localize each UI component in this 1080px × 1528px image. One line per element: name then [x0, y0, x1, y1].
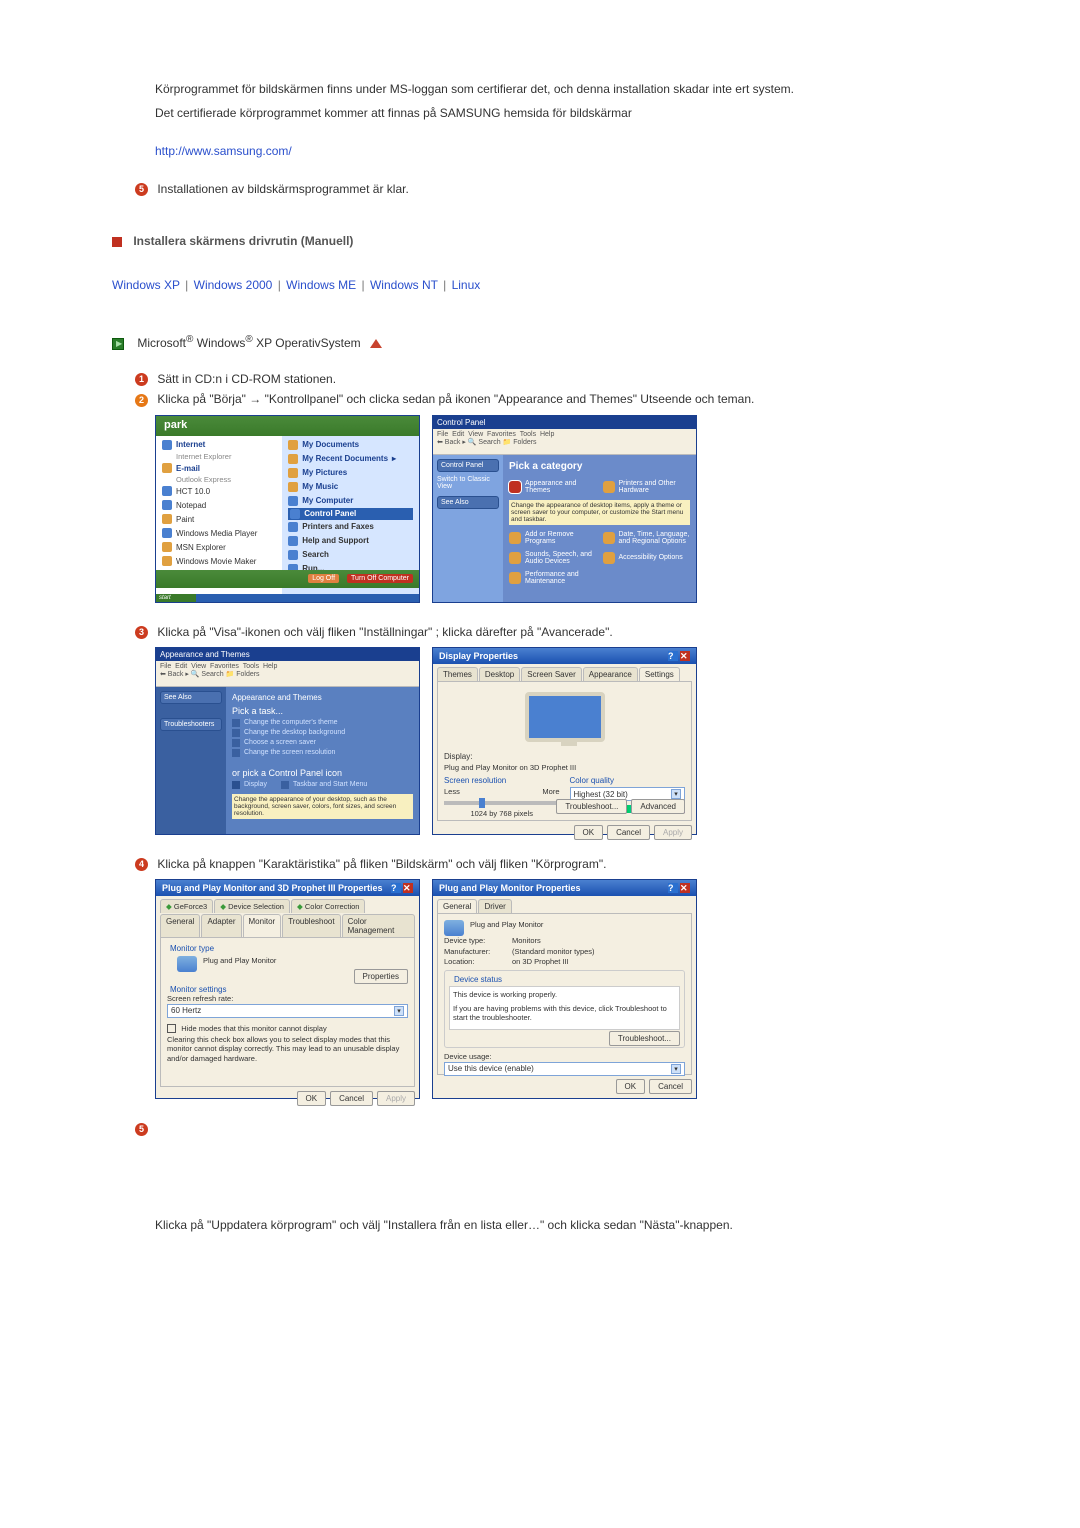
monitor-icon: [177, 956, 197, 972]
close-icon[interactable]: ✕: [680, 651, 690, 661]
pick-category-label: Pick a category: [509, 461, 690, 472]
turn-off-button[interactable]: Turn Off Computer: [347, 574, 413, 583]
step-3-text: Klicka på "Visa"-ikonen och välj fliken …: [157, 625, 612, 639]
tab-adapter[interactable]: Adapter: [201, 914, 241, 937]
properties-button[interactable]: Properties: [354, 969, 408, 984]
tab-appearance[interactable]: Appearance: [583, 667, 638, 681]
tab-themes[interactable]: Themes: [437, 667, 478, 681]
step-4-text: Klicka på knappen "Karaktäristika" på fl…: [157, 857, 606, 871]
link-windows-xp[interactable]: Windows XP: [112, 278, 180, 292]
refresh-rate-dropdown[interactable]: 60 Hertz▾: [167, 1004, 408, 1018]
tab-desktop[interactable]: Desktop: [479, 667, 520, 681]
step-5-text: Installationen av bildskärmsprogrammet ä…: [157, 182, 408, 196]
tab-monitor[interactable]: Monitor: [243, 914, 282, 937]
adv-apply-button[interactable]: Apply: [377, 1091, 415, 1106]
tab-screensaver[interactable]: Screen Saver: [521, 667, 581, 681]
step-1-text: Sätt in CD:n i CD-ROM stationen.: [157, 372, 336, 386]
monitor-device-icon: [444, 920, 464, 936]
bullet-3-icon: 3: [135, 626, 148, 639]
device-usage-dropdown[interactable]: Use this device (enable)▾: [444, 1062, 685, 1076]
samsung-link[interactable]: http://www.samsung.com/: [155, 144, 292, 158]
bullet-1-icon: 1: [135, 373, 148, 386]
help-icon[interactable]: ?: [668, 651, 678, 661]
adv-props-title: Plug and Play Monitor and 3D Prophet III…: [162, 883, 383, 893]
screenshot-start-menu: park Internet Internet Explorer E-mail O…: [155, 415, 420, 603]
mon-troubleshoot-button[interactable]: Troubleshoot...: [609, 1031, 680, 1046]
monitor-preview-icon: [525, 692, 605, 742]
screenshot-advanced-properties: Plug and Play Monitor and 3D Prophet III…: [155, 879, 420, 1099]
mon-cancel-button[interactable]: Cancel: [649, 1079, 692, 1094]
section-marker-icon: [112, 237, 122, 247]
screenshot-appearance-themes: Appearance and Themes File Edit View Fav…: [155, 647, 420, 835]
resolution-slider[interactable]: [444, 801, 560, 805]
bullet-2-icon: 2: [135, 394, 148, 407]
step-2-text: Klicka på "Börja" → "Kontrollpanel" och …: [157, 392, 754, 406]
screenshot-control-panel: Control Panel File Edit View Favorites T…: [432, 415, 697, 603]
monitor-props-title: Plug and Play Monitor Properties: [439, 883, 581, 893]
tab-mon-general[interactable]: General: [437, 899, 477, 913]
advanced-button[interactable]: Advanced: [631, 799, 685, 814]
intro-paragraph-1: Körprogrammet för bildskärmen finns unde…: [155, 80, 980, 98]
display-properties-title: Display Properties: [439, 651, 518, 661]
adv-ok-button[interactable]: OK: [297, 1091, 327, 1106]
tab-troubleshoot[interactable]: Troubleshoot: [282, 914, 340, 937]
link-windows-2000[interactable]: Windows 2000: [194, 278, 273, 292]
tab-general[interactable]: General: [160, 914, 200, 937]
bullet-4-icon: 4: [135, 858, 148, 871]
bullet-5-icon: 5: [135, 183, 148, 196]
link-windows-nt[interactable]: Windows NT: [370, 278, 438, 292]
control-panel-title: Control Panel: [433, 416, 696, 429]
display-icon[interactable]: [232, 781, 240, 789]
triangle-up-icon[interactable]: [370, 339, 382, 348]
os-marker-icon: [112, 338, 124, 350]
start-button[interactable]: start: [156, 594, 196, 602]
tab-color-mgmt[interactable]: Color Management: [342, 914, 415, 937]
section-title: Installera skärmens drivrutin (Manuell): [133, 234, 353, 248]
os-heading: Microsoft® Windows® XP OperativSystem: [137, 336, 364, 350]
appearance-themes-icon[interactable]: [509, 481, 521, 493]
start-menu-user: park: [156, 416, 419, 436]
screenshot-display-properties: Display Properties ?✕ Themes Desktop Scr…: [432, 647, 697, 835]
hide-modes-checkbox[interactable]: [167, 1024, 176, 1033]
adv-cancel-button[interactable]: Cancel: [330, 1091, 373, 1106]
tab-mon-driver[interactable]: Driver: [478, 899, 511, 913]
log-off-button[interactable]: Log Off: [308, 574, 339, 583]
ok-button[interactable]: OK: [574, 825, 604, 840]
intro-paragraph-2: Det certifierade körprogrammet kommer at…: [155, 104, 980, 122]
link-linux[interactable]: Linux: [452, 278, 481, 292]
screenshot-monitor-properties: Plug and Play Monitor Properties ?✕ Gene…: [432, 879, 697, 1099]
mon-ok-button[interactable]: OK: [616, 1079, 646, 1094]
link-windows-me[interactable]: Windows ME: [286, 278, 356, 292]
troubleshoot-button[interactable]: Troubleshoot...: [556, 799, 627, 814]
bullet-5b-icon: 5: [135, 1123, 148, 1136]
cancel-button[interactable]: Cancel: [607, 825, 650, 840]
os-links-row: Windows XP | Windows 2000 | Windows ME |…: [112, 278, 980, 292]
tab-settings[interactable]: Settings: [639, 667, 680, 681]
final-paragraph: Klicka på "Uppdatera körprogram" och väl…: [155, 1216, 980, 1234]
apply-button[interactable]: Apply: [654, 825, 692, 840]
